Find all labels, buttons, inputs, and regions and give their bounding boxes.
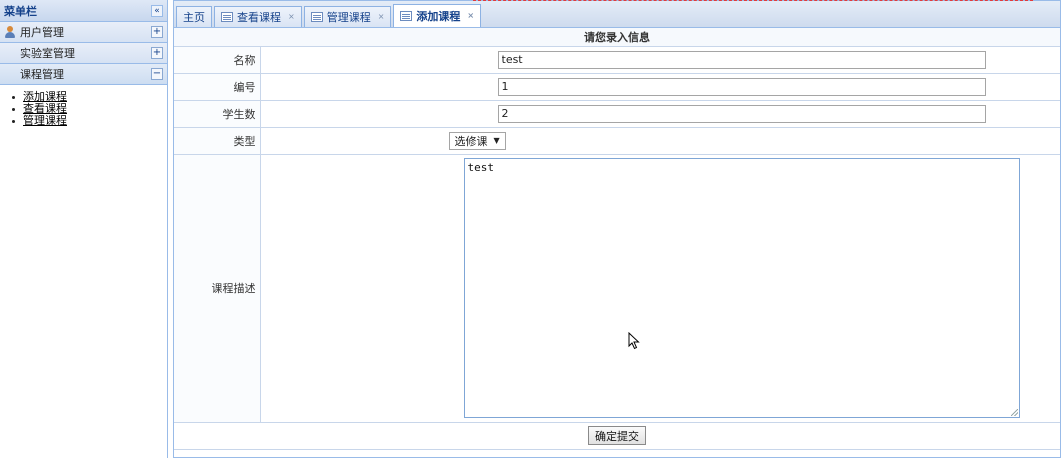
close-icon[interactable]: × — [467, 12, 474, 20]
page-icon — [310, 12, 323, 22]
tab-label: 查看课程 — [237, 11, 281, 24]
type-select[interactable]: 选修课 ▼ — [448, 131, 506, 150]
name-input[interactable] — [497, 50, 986, 69]
sidebar: 菜单栏 « 用户管理 + 实验室管理 + 课程管理 − 添加课程 查看课程 管理… — [0, 0, 168, 458]
tab-label: 管理课程 — [326, 11, 371, 24]
expand-icon[interactable]: + — [151, 47, 163, 59]
form-heading: 请您录入信息 — [174, 28, 1060, 47]
type-label: 类型 — [174, 127, 261, 155]
form-table: 请您录入信息 名称 编号 学生数 类型 — [174, 28, 1060, 450]
sidebar-section-label: 用户管理 — [20, 26, 64, 39]
sidebar-section-user-management[interactable]: 用户管理 + — [0, 22, 167, 43]
tab-manage-course[interactable]: 管理课程 × — [303, 6, 392, 27]
expand-icon[interactable]: + — [151, 26, 163, 38]
top-decoration — [473, 0, 1033, 2]
app-window: 菜单栏 « 用户管理 + 实验室管理 + 课程管理 − 添加课程 查看课程 管理… — [0, 0, 1061, 458]
sidebar-section-lab-management[interactable]: 实验室管理 + — [0, 43, 167, 64]
main-panel: 主页 查看课程 × 管理课程 × 添加课程 × 请您录入信息 名称 test 编… — [173, 0, 1061, 458]
description-label: 课程描述 — [174, 154, 261, 423]
add-course-form: 请您录入信息 名称 编号 学生数 类型 — [173, 28, 1061, 458]
form-row-name: 名称 — [174, 46, 1060, 74]
form-heading-row: 请您录入信息 — [174, 28, 1060, 47]
type-select-value: 选修课 — [454, 134, 488, 148]
tab-home[interactable]: 主页 — [176, 6, 212, 27]
description-textarea[interactable] — [463, 158, 1020, 418]
description-wrapper — [463, 158, 1020, 418]
submit-button[interactable]: 确定提交 — [588, 426, 646, 445]
collapse-icon[interactable]: − — [151, 68, 163, 80]
form-row-type: 类型 选修课 ▼ — [174, 127, 1060, 155]
close-icon[interactable]: × — [378, 13, 385, 21]
course-submenu: 添加课程 查看课程 管理课程 — [0, 85, 167, 127]
sidebar-section-course-management[interactable]: 课程管理 − — [0, 64, 167, 85]
page-icon — [221, 12, 233, 22]
form-row-students: 学生数 — [174, 100, 1060, 128]
name-label: 名称 — [174, 46, 261, 74]
close-icon[interactable]: × — [288, 13, 295, 21]
user-icon — [4, 26, 16, 38]
tab-label: 主页 — [183, 11, 205, 24]
code-label: 编号 — [174, 73, 261, 101]
manage-course-link[interactable]: 管理课程 — [23, 115, 67, 127]
form-row-code: 编号 — [174, 73, 1060, 101]
form-row-submit: 确定提交 — [174, 422, 1060, 450]
sidebar-section-label: 课程管理 — [20, 68, 64, 81]
page-icon — [400, 11, 413, 21]
tab-label: 添加课程 — [416, 10, 461, 23]
list-item: 管理课程 — [12, 115, 167, 127]
form-row-description: 课程描述 — [174, 154, 1060, 423]
mouse-cursor-icon — [628, 332, 640, 350]
tab-add-course[interactable]: 添加课程 × — [393, 4, 482, 27]
tab-view-course[interactable]: 查看课程 × — [214, 6, 302, 27]
sidebar-header: 菜单栏 « — [0, 0, 167, 22]
students-label: 学生数 — [174, 100, 261, 128]
collapse-sidebar-icon[interactable]: « — [151, 4, 163, 17]
resize-handle-icon[interactable] — [1010, 409, 1018, 416]
code-input[interactable] — [497, 77, 986, 96]
sidebar-title: 菜单栏 — [4, 4, 37, 18]
tab-bar: 主页 查看课程 × 管理课程 × 添加课程 × — [173, 0, 1061, 28]
sidebar-section-label: 实验室管理 — [20, 47, 75, 60]
chevron-down-icon: ▼ — [493, 136, 500, 145]
students-input[interactable] — [497, 104, 986, 123]
